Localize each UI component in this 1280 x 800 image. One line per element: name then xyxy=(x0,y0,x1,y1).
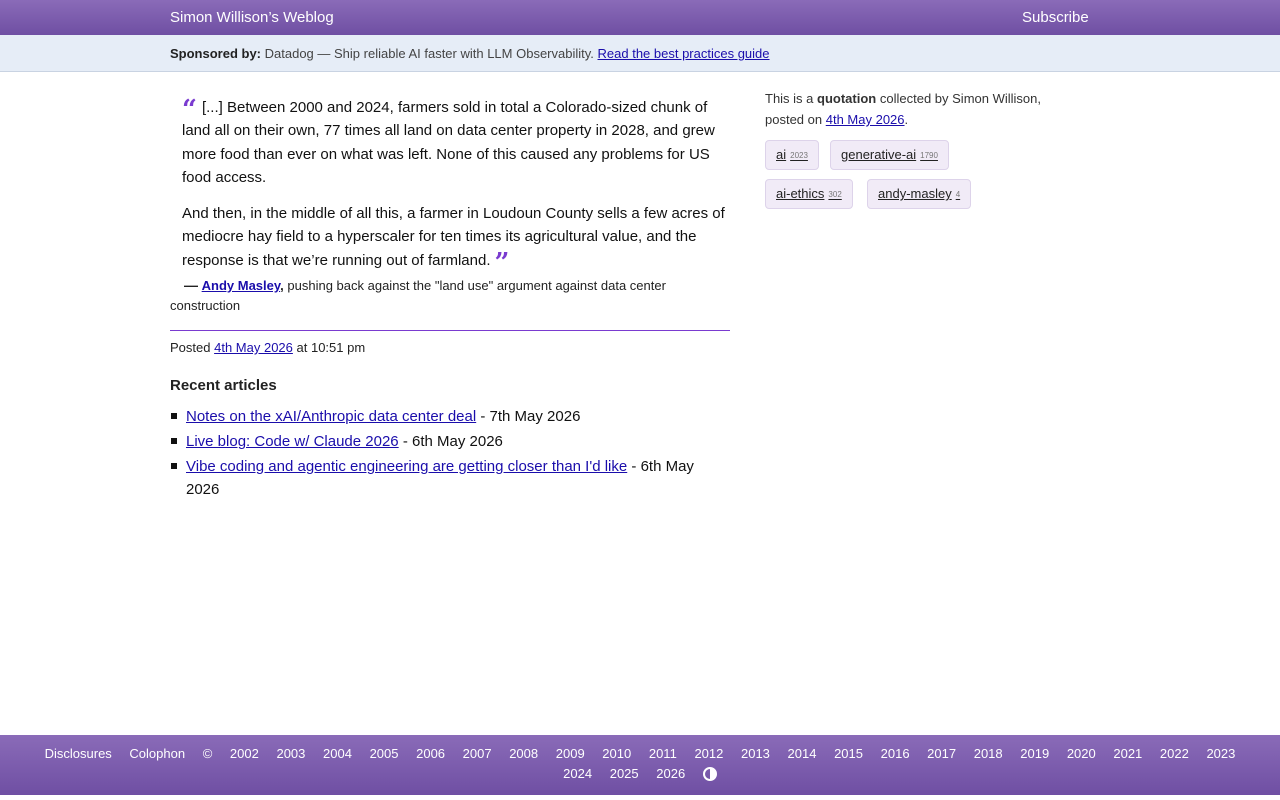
year-link[interactable]: 2007 xyxy=(463,746,492,761)
quote-text-1: [...] Between 2000 and 2024, farmers sol… xyxy=(182,99,715,186)
tag-name: andy-masley xyxy=(878,186,952,201)
year-link[interactable]: 2023 xyxy=(1206,746,1235,761)
footer-row-2: 2024 2025 2026 xyxy=(0,766,1280,781)
sponsor-content: Sponsored by: Datadog — Ship reliable AI… xyxy=(170,46,770,61)
tag-count: 302 xyxy=(828,190,842,199)
tag-count: 2023 xyxy=(790,151,808,160)
tag-andy-masley[interactable]: andy-masley 4 xyxy=(867,179,972,209)
year-link[interactable]: 2021 xyxy=(1113,746,1142,761)
year-link[interactable]: 2018 xyxy=(974,746,1003,761)
author-link[interactable]: Andy Masley xyxy=(202,278,281,293)
year-link[interactable]: 2017 xyxy=(927,746,956,761)
tag-count: 4 xyxy=(955,190,961,199)
tag-ai-ethics[interactable]: ai-ethics 302 xyxy=(765,179,853,209)
top-nav-bar: Simon Willison’s Weblog Subscribe xyxy=(0,0,1280,35)
sponsor-guide-link[interactable]: Read the best practices guide xyxy=(598,46,770,61)
year-link[interactable]: 2025 xyxy=(610,766,639,781)
year-link[interactable]: 2014 xyxy=(788,746,817,761)
year-link[interactable]: 2011 xyxy=(649,746,677,761)
citation-dash: — xyxy=(184,277,198,293)
sponsor-banner: Sponsored by: Datadog — Ship reliable AI… xyxy=(0,35,1280,72)
year-link[interactable]: 2024 xyxy=(563,766,592,781)
quote-paragraph-2: And then, in the middle of all this, a f… xyxy=(182,202,732,276)
quote-paragraph-1: “[...] Between 2000 and 2024, farmers so… xyxy=(182,96,732,189)
sponsor-label: Sponsored by: xyxy=(170,46,262,61)
year-link[interactable]: 2026 xyxy=(656,766,685,781)
year-link[interactable]: 2013 xyxy=(741,746,770,761)
year-link[interactable]: 2020 xyxy=(1067,746,1096,761)
contrast-icon[interactable] xyxy=(702,767,717,781)
list-item: Vibe coding and agentic engineering are … xyxy=(171,455,731,501)
citation-comma: , xyxy=(280,278,284,293)
intro-date-link[interactable]: 4th May 2026 xyxy=(826,112,905,127)
posted-date-link[interactable]: 4th May 2026 xyxy=(214,340,293,355)
year-link[interactable]: 2019 xyxy=(1020,746,1049,761)
site-title-link[interactable]: Simon Willison’s Weblog xyxy=(170,9,334,26)
tag-name: generative-ai xyxy=(841,147,917,162)
year-link[interactable]: 2002 xyxy=(230,746,259,761)
posted-time: at 10:51 pm xyxy=(296,340,366,355)
year-link[interactable]: 2016 xyxy=(881,746,910,761)
quotation-block: “[...] Between 2000 and 2024, farmers so… xyxy=(182,96,732,285)
tag-generative-ai[interactable]: generative-ai 1790 xyxy=(830,140,949,170)
year-link[interactable]: 2005 xyxy=(370,746,399,761)
list-item: Notes on the xAI/Anthropic data center d… xyxy=(171,405,731,428)
year-link[interactable]: 2015 xyxy=(834,746,863,761)
intro-end: . xyxy=(904,112,909,127)
posted-line: Posted 4th May 2026 at 10:51 pm xyxy=(170,340,365,355)
year-link[interactable]: 2010 xyxy=(602,746,631,761)
divider xyxy=(170,330,730,331)
year-link[interactable]: 2009 xyxy=(556,746,585,761)
year-link[interactable]: 2006 xyxy=(416,746,445,761)
tag-count: 1790 xyxy=(920,151,938,160)
intro-prefix: This is a xyxy=(765,91,814,106)
sponsor-text: Datadog — Ship reliable AI faster with L… xyxy=(264,46,594,61)
colophon-link[interactable]: Colophon xyxy=(129,746,185,761)
recent-articles-heading: Recent articles xyxy=(170,377,277,394)
tag-name: ai xyxy=(776,147,787,162)
year-link[interactable]: 2003 xyxy=(276,746,305,761)
copyright-symbol: © xyxy=(202,746,213,761)
tag-ai[interactable]: ai 2023 xyxy=(765,140,819,170)
recent-articles-list: Notes on the xAI/Anthropic data center d… xyxy=(171,405,731,503)
close-quote-icon: ” xyxy=(494,247,510,278)
quote-text-2: And then, in the middle of all this, a f… xyxy=(182,205,725,269)
intro-type: quotation xyxy=(817,91,877,106)
list-item: Live blog: Code w/ Claude 2026 - 6th May… xyxy=(171,430,731,453)
tag-name: ai-ethics xyxy=(776,186,825,201)
recent-article-link[interactable]: Notes on the xAI/Anthropic data center d… xyxy=(186,408,476,425)
quote-citation: — Andy Masley, pushing back against the … xyxy=(170,275,730,316)
year-link[interactable]: 2012 xyxy=(694,746,723,761)
sidebar-intro: This is a quotation collected by Simon W… xyxy=(765,88,1045,130)
recent-article-link[interactable]: Vibe coding and agentic engineering are … xyxy=(186,458,627,475)
footer: Disclosures Colophon © 2002 2003 2004 20… xyxy=(0,735,1280,795)
recent-article-link[interactable]: Live blog: Code w/ Claude 2026 xyxy=(186,433,399,450)
year-link[interactable]: 2004 xyxy=(323,746,352,761)
open-quote-icon: “ xyxy=(182,95,197,125)
recent-article-date: - 7th May 2026 xyxy=(480,408,581,425)
year-link[interactable]: 2008 xyxy=(509,746,538,761)
footer-row-1: Disclosures Colophon © 2002 2003 2004 20… xyxy=(0,746,1280,761)
year-link[interactable]: 2022 xyxy=(1160,746,1189,761)
posted-prefix: Posted xyxy=(170,340,211,355)
recent-article-date: - 6th May 2026 xyxy=(402,433,503,450)
disclosures-link[interactable]: Disclosures xyxy=(45,746,112,761)
subscribe-link[interactable]: Subscribe xyxy=(1022,9,1089,26)
